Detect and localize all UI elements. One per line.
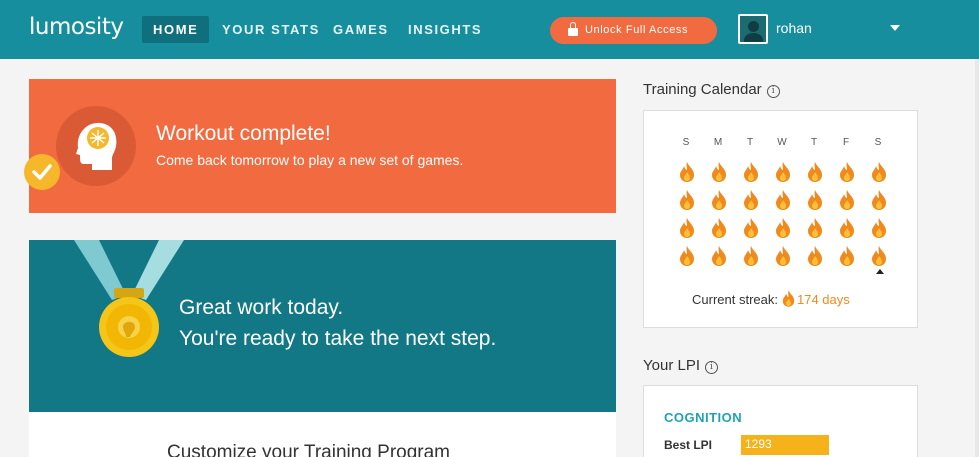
streak-label: Current streak: [692, 292, 778, 307]
training-calendar-heading: Training Calendar i [643, 81, 780, 98]
flame-icon[interactable] [871, 190, 887, 210]
customize-title: Customize your Training Program [167, 442, 450, 457]
flame-icon[interactable] [871, 162, 887, 182]
nav-home[interactable]: HOME [142, 16, 210, 43]
flame-icon[interactable] [775, 246, 791, 266]
flame-icon[interactable] [775, 218, 791, 238]
flame-icon [782, 290, 795, 307]
flame-icon[interactable] [807, 162, 823, 182]
nav-insights[interactable]: INSIGHTS [408, 16, 482, 43]
brain-head-icon [56, 106, 136, 186]
today-marker-icon [876, 269, 884, 274]
scrollbar[interactable] [975, 59, 979, 457]
flame-icon[interactable] [711, 218, 727, 238]
flame-icon[interactable] [839, 218, 855, 238]
checkmark-icon [24, 154, 60, 190]
workout-complete-card: Workout complete! Come back tomorrow to … [29, 79, 616, 213]
flame-icon[interactable] [839, 246, 855, 266]
medal-icon [74, 240, 184, 357]
great-work-heading: Great work today. [179, 296, 344, 319]
best-lpi-label: Best LPI [664, 438, 713, 452]
lpi-title: Your LPI [643, 357, 700, 374]
flame-icon[interactable] [807, 190, 823, 210]
info-icon[interactable]: i [705, 361, 718, 374]
workout-title: Workout complete! [156, 122, 331, 145]
flame-icon[interactable] [711, 190, 727, 210]
chevron-down-icon[interactable] [890, 25, 900, 31]
workout-subtitle: Come back tomorrow to play a new set of … [156, 152, 464, 168]
flame-icon[interactable] [807, 218, 823, 238]
flame-icon[interactable] [807, 246, 823, 266]
lpi-heading: Your LPI i [643, 357, 718, 374]
best-lpi-bar: 1293 [741, 435, 829, 455]
lpi-card: COGNITION Best LPI 1293 [643, 385, 918, 457]
flame-icon[interactable] [743, 246, 759, 266]
calendar-day-letter: T [810, 137, 818, 148]
training-calendar-title: Training Calendar [643, 81, 762, 98]
flame-icon[interactable] [679, 246, 695, 266]
flame-icon[interactable] [871, 218, 887, 238]
customize-program-card: Customize your Training Program [29, 412, 616, 457]
training-calendar-card: S M T W T F S Current streak: 174 days [643, 110, 918, 328]
flame-icon[interactable] [679, 218, 695, 238]
lock-icon [568, 22, 578, 36]
unlock-button-label: Unlock Full Access [585, 24, 689, 36]
username[interactable]: rohan [776, 20, 812, 36]
flame-icon[interactable] [711, 162, 727, 182]
current-streak: Current streak: 174 days [692, 290, 850, 307]
calendar-day-letter: S [874, 137, 882, 148]
flame-icon[interactable] [775, 190, 791, 210]
flame-icon[interactable] [743, 218, 759, 238]
calendar-day-letter: T [746, 137, 754, 148]
unlock-full-access-button[interactable]: Unlock Full Access [550, 17, 717, 44]
great-work-subheading: You're ready to take the next step. [179, 327, 497, 350]
top-nav-bar: lumosity HOME YOUR STATS GAMES INSIGHTS … [0, 0, 979, 59]
nav-games[interactable]: GAMES [333, 16, 389, 43]
info-icon[interactable]: i [766, 85, 780, 98]
flame-icon[interactable] [839, 190, 855, 210]
lumosity-logo[interactable]: lumosity [29, 14, 124, 40]
calendar-day-letter: S [682, 137, 690, 148]
avatar[interactable] [738, 14, 768, 44]
flame-icon[interactable] [775, 162, 791, 182]
calendar-day-letter: W [777, 137, 787, 148]
flame-icon[interactable] [743, 162, 759, 182]
flame-icon[interactable] [711, 246, 727, 266]
streak-value: 174 days [796, 292, 850, 307]
great-work-card: Great work today. You're ready to take t… [29, 240, 616, 412]
flame-icon[interactable] [743, 190, 759, 210]
nav-your-stats[interactable]: YOUR STATS [222, 16, 320, 43]
flame-icon[interactable] [839, 162, 855, 182]
lpi-category: COGNITION [664, 410, 743, 425]
calendar-day-letter: M [713, 137, 723, 148]
flame-icon[interactable] [679, 190, 695, 210]
flame-icon[interactable] [871, 246, 887, 266]
calendar-day-letter: F [842, 137, 850, 148]
flame-icon[interactable] [679, 162, 695, 182]
